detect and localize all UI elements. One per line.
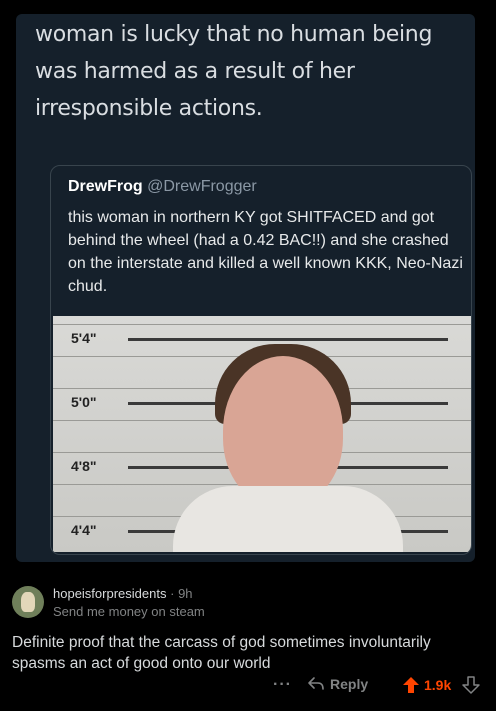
- user-flair: Send me money on steam: [53, 604, 205, 619]
- height-mark: [128, 338, 448, 341]
- person-face: [223, 356, 343, 506]
- quoted-author-handle[interactable]: @DrewFrogger: [147, 178, 257, 195]
- quoted-author-name[interactable]: DrewFrog: [68, 178, 143, 195]
- comment-body: Definite proof that the carcass of god s…: [12, 634, 431, 672]
- username[interactable]: hopeisforpresidents: [53, 586, 166, 601]
- quoted-tweet-header: DrewFrog @DrewFrogger: [68, 178, 257, 196]
- quoted-tweet[interactable]: DrewFrog @DrewFrogger this woman in nort…: [50, 165, 472, 555]
- height-label: 5'4": [71, 330, 97, 346]
- avatar[interactable]: [12, 586, 44, 618]
- vote-score: 1.9k: [424, 677, 452, 693]
- upvote-icon[interactable]: [402, 676, 420, 694]
- reply-button[interactable]: Reply: [307, 676, 368, 692]
- tweet-card: woman is lucky that no human being was h…: [16, 14, 475, 562]
- comment-time: 9h: [178, 586, 193, 601]
- quoted-tweet-text: this woman in northern KY got SHITFACED …: [68, 209, 463, 295]
- height-label: 4'8": [71, 458, 97, 474]
- height-label: 5'0": [71, 394, 97, 410]
- person-shirt: [173, 486, 403, 552]
- more-options-button[interactable]: ···: [273, 676, 292, 694]
- reply-label: Reply: [330, 676, 369, 692]
- height-label: 4'4": [71, 522, 97, 538]
- comment-actions: ··· Reply 1.9k: [0, 676, 496, 700]
- tweet-text: woman is lucky that no human being was h…: [35, 22, 433, 121]
- meta-separator: ·: [170, 586, 175, 601]
- reply-icon: [308, 677, 324, 690]
- height-chart-line: [53, 324, 471, 325]
- downvote-icon[interactable]: [462, 676, 480, 694]
- comment-meta: hopeisforpresidents · 9h: [53, 586, 193, 601]
- mugshot-image[interactable]: 5'4" 5'0" 4'8" 4'4": [53, 316, 471, 552]
